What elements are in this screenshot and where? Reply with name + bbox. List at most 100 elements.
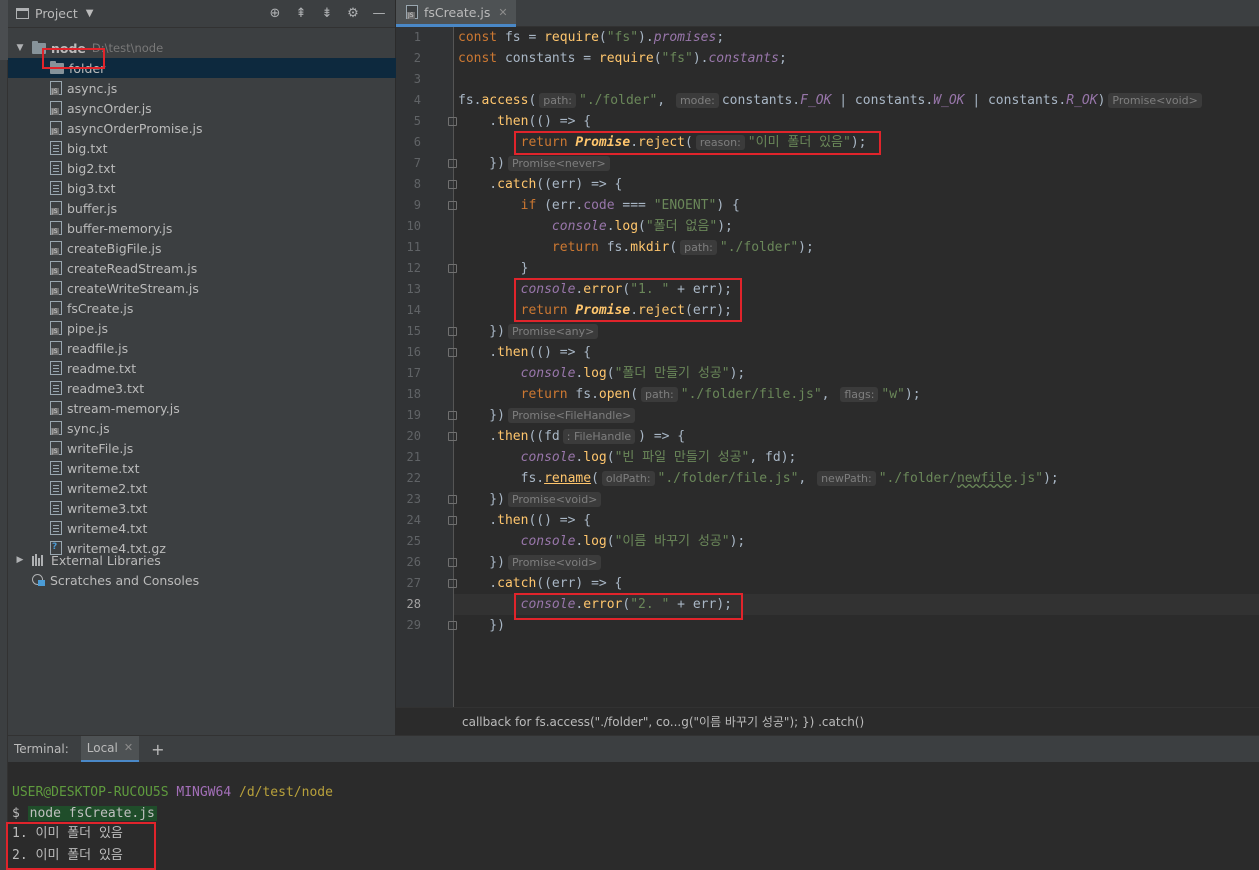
js-file-icon xyxy=(50,301,62,315)
txt-file-icon xyxy=(50,141,62,155)
tree-item-label: async.js xyxy=(67,80,118,96)
txt-file-icon xyxy=(50,381,62,395)
tree-item-label: buffer.js xyxy=(67,200,118,216)
tree-file-item[interactable]: writeme.txt xyxy=(8,458,396,478)
fold-marker-icon[interactable] xyxy=(448,621,457,630)
fold-marker-icon[interactable] xyxy=(448,117,457,126)
tree-file-item[interactable]: readme3.txt xyxy=(8,378,396,398)
close-icon[interactable]: ✕ xyxy=(498,6,507,19)
code-line-7: }) Promise<never> xyxy=(458,153,613,174)
code-line-21: console.log("빈 파일 만들기 성공", fd); xyxy=(520,450,797,465)
fold-marker-icon[interactable] xyxy=(448,327,457,336)
tree-file-item[interactable]: asyncOrder.js xyxy=(8,98,396,118)
line-number: 2 xyxy=(413,51,421,65)
tab-fscreate[interactable]: fsCreate.js ✕ xyxy=(396,0,516,27)
tree-file-item[interactable]: readfile.js xyxy=(8,338,396,358)
tree-item-label: createWriteStream.js xyxy=(67,280,199,296)
tree-file-item[interactable]: sync.js xyxy=(8,418,396,438)
fold-marker-icon[interactable] xyxy=(448,180,457,189)
tree-file-item[interactable]: pipe.js xyxy=(8,318,396,338)
tree-item-label: createReadStream.js xyxy=(67,260,198,276)
tree-file-item[interactable]: buffer.js xyxy=(8,198,396,218)
txt-file-icon xyxy=(50,181,62,195)
tree-file-item[interactable]: big3.txt xyxy=(8,178,396,198)
js-file-icon xyxy=(406,5,418,19)
code-line-2: const constants = require("fs").constant… xyxy=(458,51,787,66)
tree-file-item[interactable]: createBigFile.js xyxy=(8,238,396,258)
js-file-icon xyxy=(50,281,62,295)
line-number: 7 xyxy=(413,156,421,170)
tree-item-label: folder xyxy=(69,60,106,76)
tree-file-item[interactable]: writeFile.js xyxy=(8,438,396,458)
code-line-17: console.log("폴더 만들기 성공"); xyxy=(520,366,746,381)
minimize-icon[interactable]: — xyxy=(371,5,387,21)
tree-file-item[interactable]: big2.txt xyxy=(8,158,396,178)
tree-item-label: fsCreate.js xyxy=(67,300,134,316)
fold-marker-icon[interactable] xyxy=(448,201,457,210)
tree-file-item[interactable]: createReadStream.js xyxy=(8,258,396,278)
project-title[interactable]: Project xyxy=(35,6,78,21)
line-number: 15 xyxy=(406,324,421,338)
gear-icon[interactable]: ⚙ xyxy=(345,5,361,21)
project-panel: Project ▼ ⊕ ⇞ ⇟ ⚙ — ▼ node D:\test\node … xyxy=(8,0,396,735)
tab-local[interactable]: Local ✕ xyxy=(80,735,140,763)
root-folder-label: node xyxy=(51,40,86,56)
tree-file-item[interactable]: async.js xyxy=(8,78,396,98)
editor: fsCreate.js ✕ const fs = require("fs").p… xyxy=(396,0,1259,735)
tree-file-item[interactable]: asyncOrderPromise.js xyxy=(8,118,396,138)
fold-marker-icon[interactable] xyxy=(448,411,457,420)
terminal-output[interactable]: USER@DESKTOP-RUCOU5S MINGW64 /d/test/nod… xyxy=(6,762,1259,870)
txt-file-icon xyxy=(50,461,62,475)
left-tool-strip xyxy=(0,0,8,870)
code-line-13: console.error("1. " + err); xyxy=(520,282,732,297)
chevron-down-icon[interactable]: ▼ xyxy=(14,43,26,53)
chevron-down-icon[interactable]: ▼ xyxy=(86,8,94,19)
locate-icon[interactable]: ⊕ xyxy=(267,5,283,21)
line-number: 9 xyxy=(413,198,421,212)
add-terminal-icon[interactable]: + xyxy=(151,740,164,759)
tree-file-item[interactable]: big.txt xyxy=(8,138,396,158)
tree-file-item[interactable]: writeme3.txt xyxy=(8,498,396,518)
line-number: 16 xyxy=(406,345,421,359)
tree-external-libraries[interactable]: ▶ External Libraries xyxy=(8,550,396,570)
line-number: 8 xyxy=(413,177,421,191)
expand-all-icon[interactable]: ⇞ xyxy=(293,5,309,21)
tree-file-item[interactable]: stream-memory.js xyxy=(8,398,396,418)
tree-item-label: writeme.txt xyxy=(67,460,140,476)
tree-folder-item[interactable]: folder xyxy=(8,58,396,78)
js-file-icon xyxy=(50,201,62,215)
code-line-25: console.log("이름 바꾸기 성공"); xyxy=(520,534,746,549)
fold-marker-icon[interactable] xyxy=(448,348,457,357)
tree-item-label: createBigFile.js xyxy=(67,240,162,256)
tree-scratches[interactable]: Scratches and Consoles xyxy=(8,570,396,590)
fold-marker-icon[interactable] xyxy=(448,432,457,441)
tree-file-item[interactable]: fsCreate.js xyxy=(8,298,396,318)
line-number: 3 xyxy=(413,72,421,86)
fold-marker-icon[interactable] xyxy=(448,495,457,504)
fold-marker-icon[interactable] xyxy=(448,558,457,567)
tree-file-item[interactable]: buffer-memory.js xyxy=(8,218,396,238)
code-line-26: }) Promise<void> xyxy=(458,552,604,573)
tree-item-label: writeme4.txt xyxy=(67,520,148,536)
txt-file-icon xyxy=(50,521,62,535)
code-line-11: return fs.mkdir(path: "./folder"); xyxy=(551,240,814,255)
fold-marker-icon[interactable] xyxy=(448,516,457,525)
code-line-16: .then(() => { xyxy=(458,345,592,360)
terminal-toolbar: Terminal: Local ✕ + xyxy=(8,735,1259,763)
fold-marker-icon[interactable] xyxy=(448,264,457,273)
tree-file-item[interactable]: writeme2.txt xyxy=(8,478,396,498)
js-file-icon xyxy=(50,221,62,235)
line-number: 26 xyxy=(406,555,421,569)
project-tool-tab[interactable] xyxy=(0,0,8,60)
fold-marker-icon[interactable] xyxy=(448,579,457,588)
tree-file-item[interactable]: createWriteStream.js xyxy=(8,278,396,298)
tree-file-item[interactable]: readme.txt xyxy=(8,358,396,378)
tab-label: fsCreate.js xyxy=(424,4,491,20)
fold-marker-icon[interactable] xyxy=(448,159,457,168)
tree-file-item[interactable]: writeme4.txt xyxy=(8,518,396,538)
collapse-all-icon[interactable]: ⇟ xyxy=(319,5,335,21)
chevron-right-icon[interactable]: ▶ xyxy=(14,555,26,565)
close-icon[interactable]: ✕ xyxy=(124,741,133,754)
editor-breadcrumb[interactable]: callback for fs.access("./folder", co...… xyxy=(396,707,1259,735)
tree-root-node[interactable]: ▼ node D:\test\node xyxy=(8,38,396,58)
